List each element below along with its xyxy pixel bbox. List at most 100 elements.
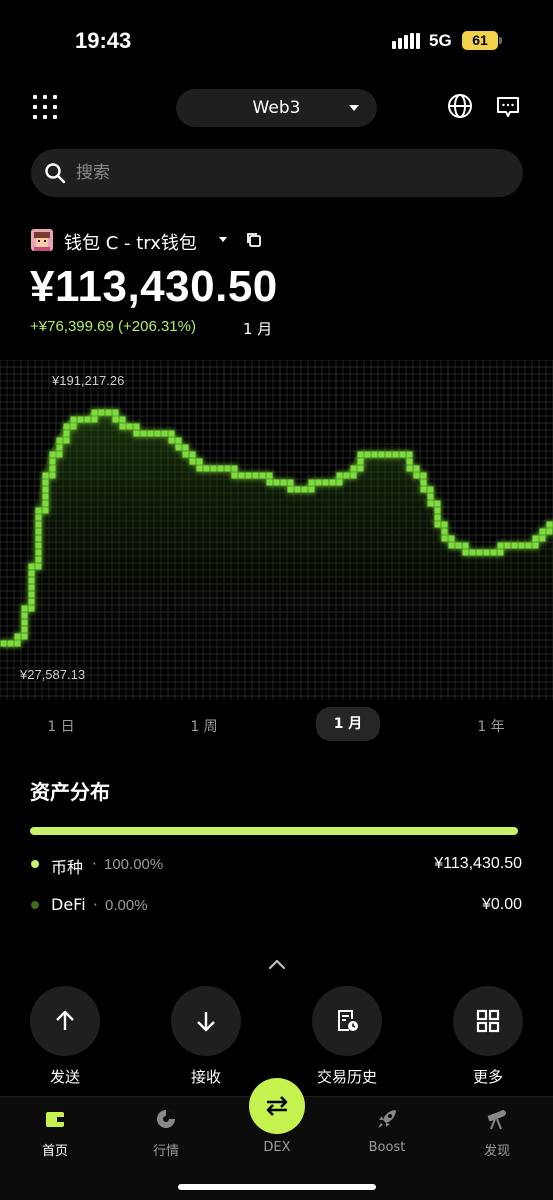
chart-point: [70, 416, 77, 423]
asset-value-tokens: ¥113,430.50: [434, 855, 522, 872]
send-label: 发送: [49, 1068, 80, 1086]
market-icon[interactable]: [154, 1107, 178, 1131]
tab-1y[interactable]: 1 年: [463, 713, 519, 741]
network-label: 5G: [429, 31, 452, 50]
chart-point: [119, 423, 126, 430]
nav-home[interactable]: 首页: [10, 1140, 100, 1159]
chart-point: [273, 479, 280, 486]
chart-point: [35, 521, 42, 528]
mode-switcher[interactable]: Web3: [176, 89, 377, 127]
chart-point: [196, 458, 203, 465]
chart-point: [42, 507, 49, 514]
asset-distribution-title: 资产分布: [30, 780, 110, 804]
apps-grid-icon[interactable]: [33, 95, 57, 119]
tab-1m[interactable]: 1 月: [316, 707, 380, 741]
change-period: 1 月: [243, 320, 273, 338]
chart-point: [308, 486, 315, 493]
nav-dex[interactable]: DEX: [232, 1140, 322, 1155]
chart-max-label: ¥191,217.26: [52, 373, 125, 388]
more-button[interactable]: [453, 986, 523, 1056]
chart-point: [35, 528, 42, 535]
chart-point: [28, 563, 35, 570]
chart-point: [42, 479, 49, 486]
wallet-icon[interactable]: [43, 1107, 67, 1131]
chart-point: [315, 479, 322, 486]
wallet-name[interactable]: 钱包 C - trx钱包: [64, 229, 197, 255]
chart-point: [259, 472, 266, 479]
chart-point: [266, 472, 273, 479]
chart-point: [448, 535, 455, 542]
asset-pct-defi: 0.00%: [105, 897, 148, 914]
chart-point: [434, 507, 441, 514]
chart-point: [189, 458, 196, 465]
chart-point: [266, 479, 273, 486]
chart-point: [504, 542, 511, 549]
tab-1d[interactable]: 1 日: [34, 713, 88, 741]
chart-point: [413, 472, 420, 479]
balance-chart[interactable]: [0, 360, 553, 700]
chart-point: [287, 479, 294, 486]
chart-point: [441, 528, 448, 535]
chart-point: [441, 521, 448, 528]
asset-dot-defi: [31, 901, 39, 909]
chart-point: [371, 451, 378, 458]
chart-point: [63, 437, 70, 444]
chart-point: [357, 458, 364, 465]
wallet-avatar[interactable]: [31, 229, 53, 251]
chart-point: [133, 423, 140, 430]
dex-button[interactable]: [249, 1078, 305, 1134]
send-button[interactable]: [30, 986, 100, 1056]
chart-point: [21, 605, 28, 612]
chart-point: [294, 486, 301, 493]
history-button[interactable]: [312, 986, 382, 1056]
history-icon: [338, 1010, 358, 1031]
asset-distribution-bar: [30, 827, 518, 835]
search-input[interactable]: [76, 158, 496, 188]
nav-boost[interactable]: Boost: [342, 1140, 432, 1155]
asset-label-defi: DeFi: [51, 895, 86, 914]
chart-point: [434, 521, 441, 528]
chart-point: [532, 535, 539, 542]
chart-point: [343, 472, 350, 479]
globe-icon[interactable]: [447, 93, 473, 119]
chart-point: [224, 465, 231, 472]
chevron-up-icon[interactable]: [268, 958, 286, 970]
chart-point: [63, 423, 70, 430]
chart-point: [497, 549, 504, 556]
chart-point: [14, 633, 21, 640]
chart-point: [49, 458, 56, 465]
chart-point: [21, 626, 28, 633]
more-grid-icon: [476, 1009, 500, 1033]
chart-point: [427, 486, 434, 493]
chart-point: [154, 430, 161, 437]
nav-discover[interactable]: 发现: [452, 1140, 542, 1159]
chart-point: [28, 605, 35, 612]
telescope-icon[interactable]: [485, 1107, 509, 1131]
message-icon[interactable]: [495, 94, 521, 120]
chart-min-label: ¥27,587.13: [20, 667, 86, 682]
nav-market[interactable]: 行情: [121, 1140, 211, 1159]
rocket-icon[interactable]: [375, 1107, 399, 1131]
chart-point: [322, 479, 329, 486]
chart-point: [21, 619, 28, 626]
chart-point: [14, 640, 21, 647]
tab-1w[interactable]: 1 周: [176, 713, 232, 741]
chart-point: [406, 465, 413, 472]
chart-point: [546, 521, 553, 528]
arrow-up-icon: [56, 1010, 74, 1030]
chart-point: [42, 500, 49, 507]
chart-point: [203, 465, 210, 472]
chart-point: [21, 612, 28, 619]
chart-point: [210, 465, 217, 472]
chart-point: [399, 451, 406, 458]
chart-point: [161, 430, 168, 437]
chart-point: [119, 416, 126, 423]
chart-point: [413, 465, 420, 472]
receive-button[interactable]: [171, 986, 241, 1056]
wallet-caret-down-icon[interactable]: [219, 237, 227, 242]
chart-point: [511, 542, 518, 549]
chart-point: [420, 472, 427, 479]
copy-icon[interactable]: [245, 231, 263, 249]
chart-point: [56, 437, 63, 444]
chart-point: [105, 409, 112, 416]
